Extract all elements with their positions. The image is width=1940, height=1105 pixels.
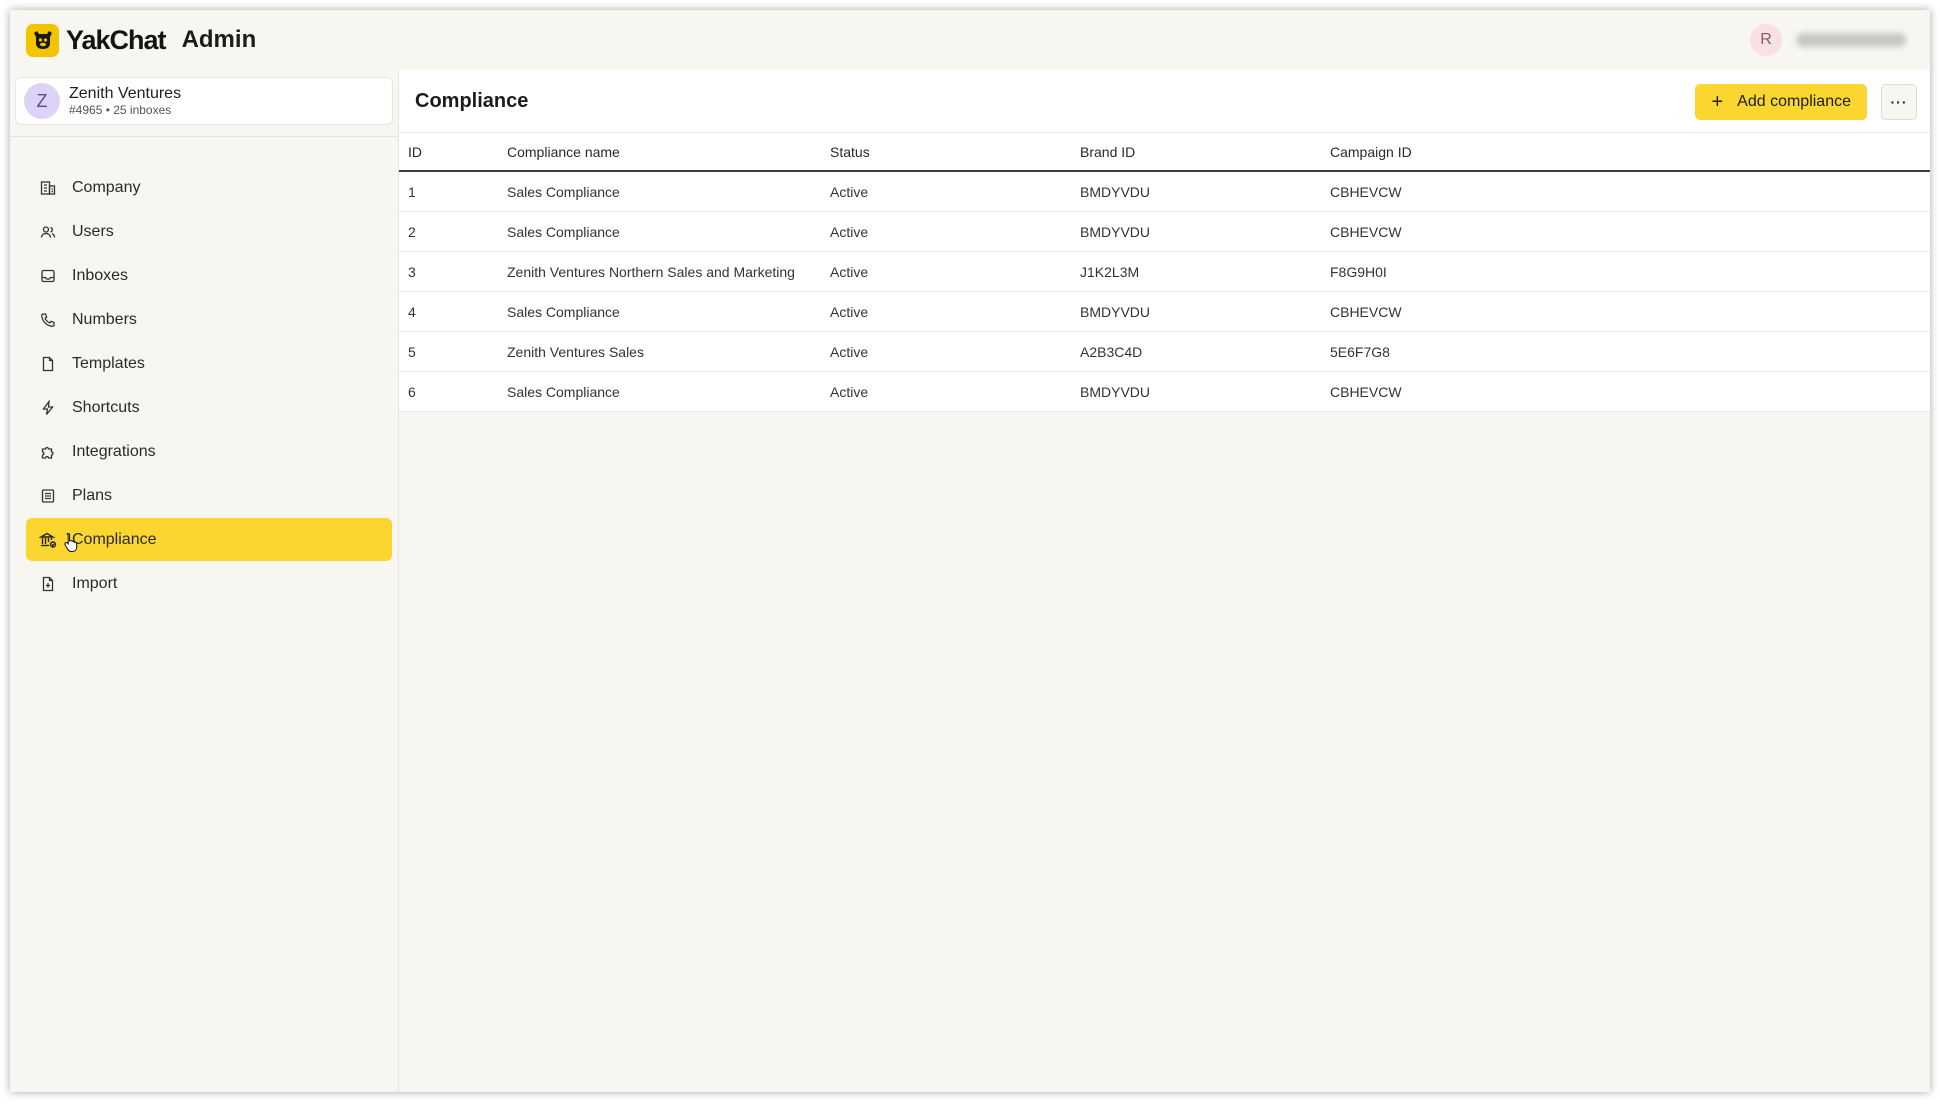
puzzle-icon	[39, 443, 57, 461]
lightning-icon	[39, 399, 57, 417]
document-icon	[39, 355, 57, 373]
cell-brand-id: BMDYVDU	[1080, 383, 1151, 400]
yakchat-logo-icon	[26, 23, 59, 57]
cell-compliance-name: Sales Compliance	[507, 303, 620, 320]
sidebar-item-users[interactable]: Users	[26, 210, 392, 253]
sidebar-item-company[interactable]: Company	[26, 166, 392, 209]
cell-status: Active	[830, 383, 869, 400]
cell-campaign-id: CBHEVCW	[1330, 183, 1402, 200]
user-avatar[interactable]: R	[1750, 24, 1782, 56]
table-row[interactable]: 3 Zenith Ventures Northern Sales and Mar…	[399, 252, 1930, 292]
table-row[interactable]: 1 Sales Compliance Active BMDYVDU CBHEVC…	[399, 172, 1930, 212]
sidebar-item-label: Templates	[72, 354, 145, 372]
app-section-title: Admin	[181, 26, 257, 53]
account-avatar: Z	[24, 83, 60, 119]
cell-status: Active	[830, 343, 869, 360]
column-header-campaign-id[interactable]: Campaign ID	[1321, 144, 1621, 160]
file-import-icon	[39, 575, 57, 593]
column-header-id[interactable]: ID	[399, 144, 498, 160]
sidebar-item-plans[interactable]: Plans	[26, 474, 392, 517]
sidebar-divider	[10, 136, 398, 137]
cell-brand-id: J1K2L3M	[1080, 263, 1140, 280]
mouse-pointer-icon	[64, 532, 78, 552]
sidebar-item-label: Import	[72, 574, 118, 592]
cell-campaign-id: CBHEVCW	[1330, 223, 1402, 240]
cell-id: 6	[408, 383, 416, 400]
sidebar-item-label: Integrations	[72, 442, 156, 460]
sidebar-item-templates[interactable]: Templates	[26, 342, 392, 385]
cell-brand-id: A2B3C4D	[1080, 343, 1143, 360]
sidebar-nav: Company Users Inboxes Numbers Templates …	[26, 166, 392, 606]
sidebar-item-inboxes[interactable]: Inboxes	[26, 254, 392, 297]
inbox-icon	[39, 267, 57, 285]
cell-status: Active	[830, 183, 869, 200]
compliance-table: ID Compliance name Status Brand ID Campa…	[399, 132, 1930, 412]
add-compliance-button[interactable]: + Add compliance	[1695, 84, 1867, 120]
more-options-button[interactable]: ···	[1881, 84, 1917, 120]
sidebar: Z Zenith Ventures #4965 • 25 inboxes Com…	[10, 70, 398, 1092]
cell-brand-id: BMDYVDU	[1080, 303, 1151, 320]
cell-status: Active	[830, 263, 869, 280]
table-row[interactable]: 2 Sales Compliance Active BMDYVDU CBHEVC…	[399, 212, 1930, 252]
cell-compliance-name: Zenith Ventures Sales	[507, 343, 644, 360]
cell-compliance-name: Sales Compliance	[507, 223, 620, 240]
table-header: ID Compliance name Status Brand ID Campa…	[399, 132, 1930, 172]
plus-icon: +	[1711, 91, 1724, 113]
bank-icon	[39, 531, 57, 549]
sidebar-item-label: Plans	[72, 486, 113, 504]
cell-id: 1	[408, 183, 416, 200]
sidebar-item-label: Numbers	[72, 310, 137, 328]
page-title: Compliance	[415, 89, 529, 112]
column-header-status[interactable]: Status	[821, 144, 1071, 160]
sidebar-item-label: Users	[72, 222, 114, 240]
users-icon	[39, 223, 57, 241]
cell-id: 4	[408, 303, 416, 320]
phone-icon	[39, 311, 57, 329]
account-switcher[interactable]: Z Zenith Ventures #4965 • 25 inboxes	[15, 77, 393, 125]
table-row[interactable]: 5 Zenith Ventures Sales Active A2B3C4D 5…	[399, 332, 1930, 372]
cell-campaign-id: 5E6F7G8	[1330, 343, 1390, 360]
sidebar-item-label: Company	[72, 178, 141, 196]
page-header: Compliance + Add compliance ···	[399, 70, 1930, 132]
table-row[interactable]: 6 Sales Compliance Active BMDYVDU CBHEVC…	[399, 372, 1930, 412]
user-name-redacted	[1796, 33, 1906, 47]
cell-compliance-name: Zenith Ventures Northern Sales and Marke…	[507, 263, 795, 280]
brand-name: YakChat	[66, 24, 167, 55]
sidebar-item-label: Shortcuts	[72, 398, 140, 416]
table-row[interactable]: 4 Sales Compliance Active BMDYVDU CBHEVC…	[399, 292, 1930, 332]
cell-brand-id: BMDYVDU	[1080, 183, 1151, 200]
cell-campaign-id: CBHEVCW	[1330, 383, 1402, 400]
sidebar-item-compliance[interactable]: Compliance	[26, 518, 392, 561]
app-window: YakChat Admin R Z Zenith Ventures #4965 …	[10, 10, 1930, 1092]
list-icon	[39, 487, 57, 505]
top-bar: YakChat Admin R	[10, 10, 1930, 70]
sidebar-item-import[interactable]: Import	[26, 562, 392, 605]
cell-campaign-id: F8G9H0I	[1330, 263, 1387, 280]
cell-brand-id: BMDYVDU	[1080, 223, 1151, 240]
column-header-brand-id[interactable]: Brand ID	[1071, 144, 1321, 160]
cell-id: 2	[408, 223, 416, 240]
cell-status: Active	[830, 303, 869, 320]
building-icon	[39, 179, 57, 197]
account-name: Zenith Ventures	[69, 85, 182, 102]
user-menu[interactable]: R	[1750, 24, 1906, 56]
add-compliance-label: Add compliance	[1737, 93, 1851, 110]
cell-campaign-id: CBHEVCW	[1330, 303, 1402, 320]
column-header-compliance-name[interactable]: Compliance name	[498, 144, 821, 160]
ellipsis-icon: ···	[1890, 94, 1908, 110]
cell-id: 3	[408, 263, 416, 280]
account-meta: #4965 • 25 inboxes	[69, 103, 172, 117]
cell-id: 5	[408, 343, 416, 360]
sidebar-item-label: Compliance	[72, 530, 157, 548]
sidebar-item-numbers[interactable]: Numbers	[26, 298, 392, 341]
cell-compliance-name: Sales Compliance	[507, 383, 620, 400]
sidebar-item-label: Inboxes	[72, 266, 129, 284]
main-content: Compliance + Add compliance ··· ID Compl…	[398, 70, 1930, 1092]
sidebar-item-shortcuts[interactable]: Shortcuts	[26, 386, 392, 429]
cell-status: Active	[830, 223, 869, 240]
cell-compliance-name: Sales Compliance	[507, 183, 620, 200]
sidebar-item-integrations[interactable]: Integrations	[26, 430, 392, 473]
